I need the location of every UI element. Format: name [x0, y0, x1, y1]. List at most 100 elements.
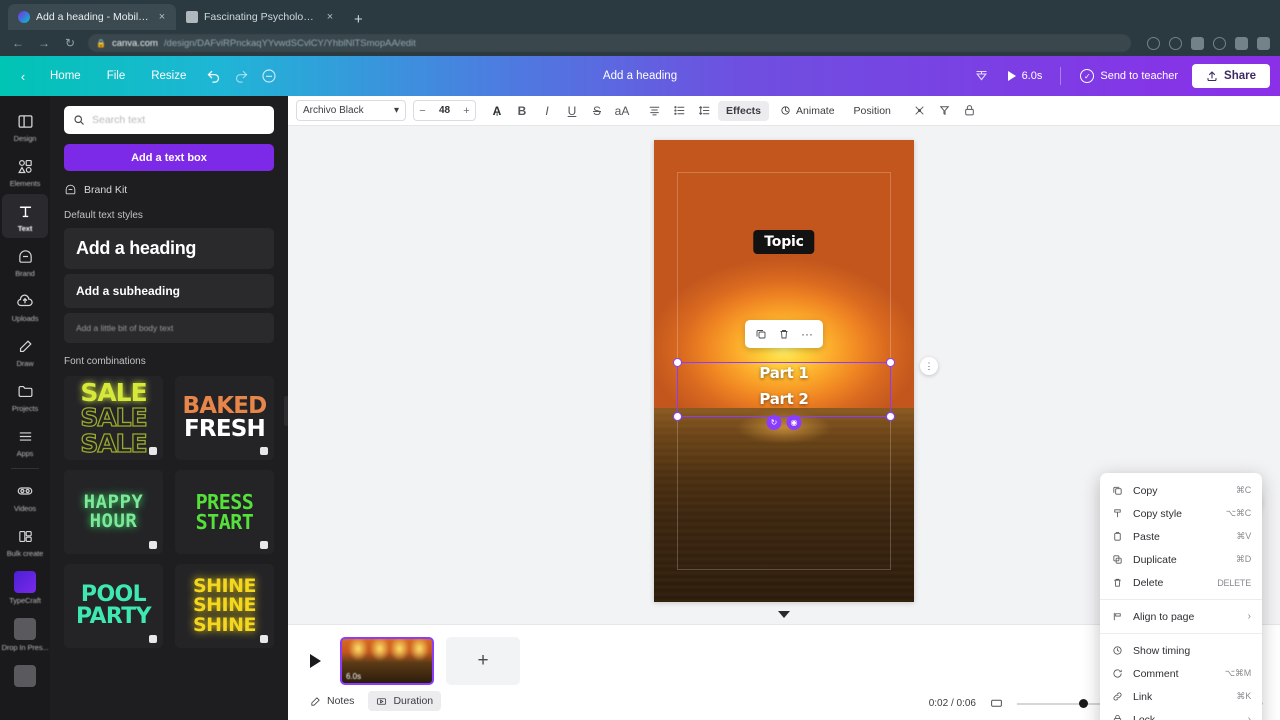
bullet-list-icon[interactable]: [668, 100, 690, 122]
forward-icon[interactable]: →: [36, 35, 52, 51]
browser-tab-2-close-icon[interactable]: ×: [324, 11, 336, 23]
sidebar-item-draw[interactable]: Draw: [2, 329, 48, 373]
strikethrough-icon[interactable]: S: [586, 100, 608, 122]
zoom-slider-knob[interactable]: [1078, 698, 1088, 708]
context-menu-item-copy[interactable]: Copy ⌘C: [1100, 479, 1262, 502]
effects-button[interactable]: Effects: [718, 100, 770, 121]
present-icon[interactable]: [969, 63, 995, 89]
line-spacing-icon[interactable]: [693, 100, 715, 122]
font-family-select[interactable]: Archivo Black ▾: [296, 100, 406, 121]
font-combo-press-start[interactable]: PRESS START: [175, 470, 274, 554]
context-menu-item-show-timing[interactable]: Show timing: [1100, 639, 1262, 662]
sidebar-item-projects[interactable]: Projects: [2, 374, 48, 418]
underline-icon[interactable]: U: [561, 100, 583, 122]
search-input[interactable]: Search text: [64, 106, 274, 134]
context-menu-item-copy-style[interactable]: Copy style ⌥⌘C: [1100, 502, 1262, 525]
side-action-icon[interactable]: ⋮: [920, 357, 938, 376]
bookmark-icon[interactable]: [1169, 36, 1182, 50]
font-combo-happy-hour[interactable]: HAPPY HOUR: [64, 470, 163, 554]
add-text-box-button[interactable]: Add a text box: [64, 144, 274, 171]
puzzle-icon[interactable]: [1191, 36, 1204, 50]
timeline-play-button[interactable]: [302, 648, 328, 674]
font-combo-sale[interactable]: SALE SALE SALE: [64, 376, 163, 460]
font-size-increase-button[interactable]: +: [458, 105, 475, 117]
share-button[interactable]: Share: [1192, 64, 1270, 88]
lock-icon[interactable]: [959, 100, 981, 122]
sidebar-item-drop-in[interactable]: Drop In Pres...: [2, 611, 49, 657]
file-menu-button[interactable]: File: [95, 65, 138, 87]
timing-handle-icon[interactable]: ◉: [786, 414, 802, 430]
bold-icon[interactable]: B: [511, 100, 533, 122]
context-menu-item-align-to-page[interactable]: Align to page ›: [1100, 605, 1262, 628]
style-card-heading[interactable]: Add a heading: [64, 228, 274, 269]
home-button[interactable]: Home: [38, 65, 93, 87]
new-tab-button[interactable]: +: [344, 12, 373, 30]
part1-text-element[interactable]: Part 1: [654, 364, 914, 382]
resize-button[interactable]: Resize: [139, 65, 198, 87]
browser-tab-2[interactable]: Fascinating Psychology and C ×: [176, 4, 344, 30]
context-menu-item-lock[interactable]: Lock ›: [1100, 708, 1262, 720]
tone-icon[interactable]: [934, 100, 956, 122]
undo-icon[interactable]: [200, 63, 226, 89]
style-card-subheading[interactable]: Add a subheading: [64, 274, 274, 308]
context-menu-item-duplicate[interactable]: Duplicate ⌘D: [1100, 548, 1262, 571]
sidebar-item-typecraft[interactable]: TypeCraft: [2, 564, 48, 610]
font-size-stepper[interactable]: − 48 +: [413, 100, 476, 121]
sidebar-item-more[interactable]: [2, 658, 48, 692]
letter-case-icon[interactable]: aA: [611, 100, 633, 122]
header-back-icon[interactable]: ‹: [10, 63, 36, 89]
panel-icon[interactable]: [1257, 36, 1270, 50]
text-color-icon[interactable]: A: [486, 100, 508, 122]
font-combo-shine[interactable]: SHINE SHINE SHINE: [175, 564, 274, 648]
selection-handle-bottom-right[interactable]: [885, 412, 895, 422]
font-combo-baked-fresh[interactable]: BAKED FRESH: [175, 376, 274, 460]
align-icon[interactable]: [643, 100, 665, 122]
notes-button[interactable]: Notes: [302, 691, 362, 711]
part2-text-element[interactable]: Part 2: [654, 390, 914, 408]
transparency-icon[interactable]: [909, 100, 931, 122]
italic-icon[interactable]: I: [536, 100, 558, 122]
sidebar-item-bulk-create[interactable]: Bulk create: [2, 519, 48, 563]
sidebar-item-design[interactable]: Design: [2, 104, 48, 148]
redo-icon[interactable]: [228, 63, 254, 89]
font-size-value[interactable]: 48: [431, 105, 458, 116]
send-to-teacher-button[interactable]: ✓ Send to teacher: [1070, 64, 1188, 88]
rotate-handle-icon[interactable]: ↻: [766, 414, 782, 430]
trash-icon[interactable]: [774, 324, 794, 344]
sidebar-item-apps[interactable]: Apps: [2, 419, 48, 463]
circle-icon[interactable]: [1213, 36, 1226, 50]
brand-kit-row[interactable]: Brand Kit: [64, 183, 274, 196]
more-icon[interactable]: ···: [797, 324, 817, 344]
back-icon[interactable]: ←: [10, 35, 26, 51]
context-menu-item-comment[interactable]: Comment ⌥⌘M: [1100, 662, 1262, 685]
play-preview-button[interactable]: 6.0s: [999, 66, 1052, 86]
position-button[interactable]: Position: [846, 101, 899, 121]
element-float-toolbar[interactable]: ···: [745, 320, 823, 349]
font-size-decrease-button[interactable]: −: [414, 105, 431, 117]
pin-icon[interactable]: [1147, 36, 1160, 50]
browser-tab-1[interactable]: Add a heading - Mobile Video ×: [8, 4, 176, 30]
sidebar-item-elements[interactable]: Elements: [2, 149, 48, 193]
reload-icon[interactable]: ↻: [62, 35, 78, 51]
url-input[interactable]: 🔒 canva.com/design/DAFviRPnckaqYYvwdSCvl…: [88, 34, 1131, 52]
design-page[interactable]: Topic ··· Part 1 Part 2 ↻ ◉ ⋮: [654, 140, 938, 618]
sidebar-item-brand[interactable]: Brand: [2, 239, 48, 283]
context-menu[interactable]: Copy ⌘C Copy style ⌥⌘C Paste ⌘V Duplicat…: [1100, 473, 1262, 720]
profile-icon[interactable]: [1235, 36, 1248, 50]
add-page-button[interactable]: +: [446, 637, 520, 685]
monitor-icon[interactable]: [988, 695, 1005, 712]
sidebar-item-videos[interactable]: Videos: [2, 474, 48, 518]
context-menu-item-link[interactable]: Link ⌘K: [1100, 685, 1262, 708]
sidebar-item-uploads[interactable]: Uploads: [2, 284, 48, 328]
font-combo-pool-party[interactable]: POOL PARTY: [64, 564, 163, 648]
context-menu-item-delete[interactable]: Delete DELETE: [1100, 571, 1262, 594]
style-card-body[interactable]: Add a little bit of body text: [64, 313, 274, 343]
sidebar-item-text[interactable]: Text: [2, 194, 48, 238]
duration-button[interactable]: Duration: [368, 691, 442, 711]
cloud-saved-icon[interactable]: [256, 63, 282, 89]
animate-button[interactable]: Animate: [772, 101, 843, 121]
topic-text-element[interactable]: Topic: [753, 230, 815, 255]
duplicate-icon[interactable]: [751, 324, 771, 344]
timeline-page-thumbnail[interactable]: 6.0s: [340, 637, 434, 685]
context-menu-item-paste[interactable]: Paste ⌘V: [1100, 525, 1262, 548]
